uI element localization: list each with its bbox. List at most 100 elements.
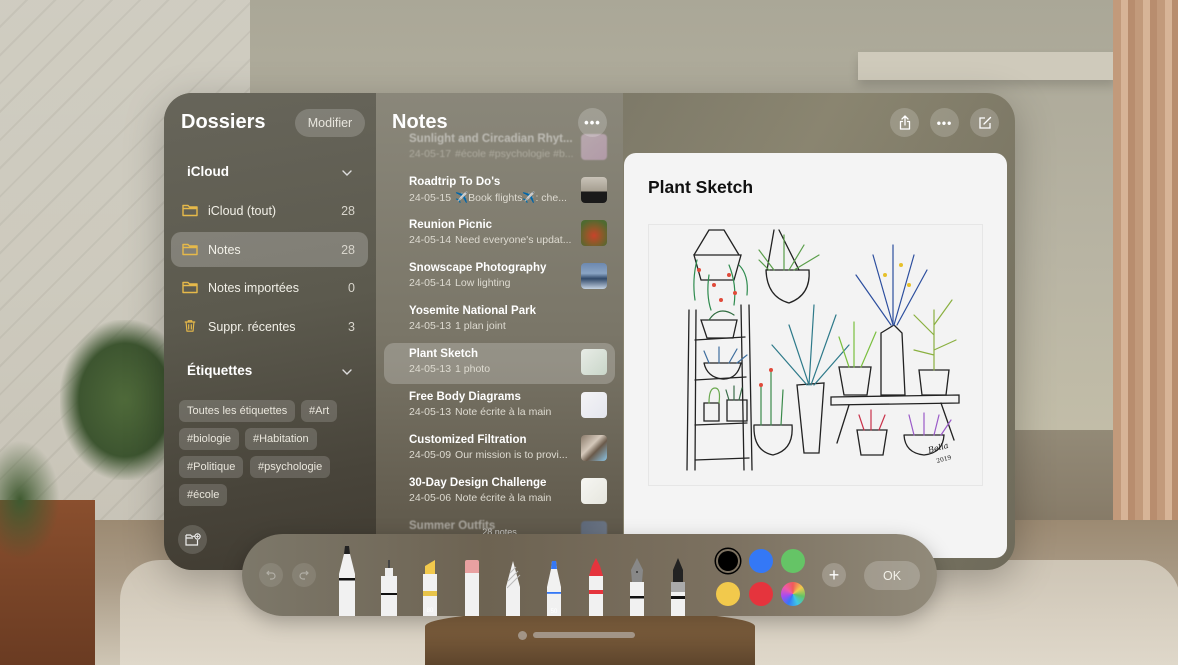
note-item-date: 24-05-15 — [409, 192, 452, 204]
folder-label: Notes importées — [208, 280, 300, 295]
note-item-title: Sunlight and Circadian Rhyt... — [409, 133, 573, 145]
note-item-preview: Note écrite à la main — [455, 406, 552, 418]
brush-tool[interactable] — [670, 558, 686, 616]
chevron-down-icon[interactable] — [342, 367, 352, 377]
color-picker-multicolor[interactable] — [781, 582, 805, 606]
ok-button[interactable]: OK — [864, 561, 920, 590]
color-swatch-green[interactable] — [781, 549, 805, 573]
folder-label: iCloud (tout) — [208, 203, 277, 218]
note-list-item[interactable]: Reunion Picnic 24-05-14 Need everyone's up… — [384, 214, 615, 255]
plant-sketch-image[interactable]: Bella 2019 — [648, 224, 983, 486]
tag-politique[interactable]: #Politique — [179, 456, 244, 478]
highlighter-width-label: 80 — [427, 608, 434, 614]
note-item-date: 24-05-17 — [409, 148, 452, 160]
note-item-subtitle: 24-05-17 #école #psychologie #b... — [409, 148, 574, 160]
color-swatch-black[interactable] — [716, 549, 740, 573]
sidebar-title: Dossiers — [181, 111, 266, 133]
note-page[interactable]: Plant Sketch Bella 2019 — [624, 153, 1007, 558]
share-button[interactable] — [890, 108, 919, 137]
note-item-title: Plant Sketch — [409, 348, 479, 360]
undo-button[interactable] — [259, 563, 283, 587]
note-item-title: 30-Day Design Challenge — [409, 477, 547, 489]
note-item-date: 24-05-14 — [409, 234, 452, 246]
svg-text:Bella: Bella — [926, 441, 949, 455]
window-close-dot[interactable] — [518, 631, 527, 640]
note-item-date: 24-05-09 — [409, 449, 452, 461]
note-thumbnail — [581, 392, 607, 418]
monoline-width-label: 50 — [551, 609, 558, 615]
note-item-title: Customized Filtration — [409, 434, 527, 446]
note-item-preview: Need everyone's updat... — [455, 234, 572, 246]
note-thumbnail — [581, 349, 607, 375]
note-list-item[interactable]: Sunlight and Circadian Rhyt... 24-05-17 #é… — [384, 128, 615, 169]
undo-icon — [266, 570, 276, 580]
folder-label: Suppr. récentes — [208, 319, 296, 334]
note-list-item[interactable]: Customized Filtration 24-05-09 Our mission… — [384, 429, 615, 470]
folder-row-notes[interactable]: Notes 28 — [171, 232, 368, 267]
note-thumbnail — [581, 220, 607, 246]
note-thumbnail — [581, 478, 607, 504]
compose-button[interactable] — [970, 108, 999, 137]
trash-icon — [184, 320, 196, 332]
pen-tool[interactable] — [338, 546, 356, 616]
notes-window: Dossiers Modifier iCloud iCloud (tout) 2… — [164, 93, 1015, 570]
note-item-date: 24-05-13 — [409, 363, 452, 375]
note-item-subtitle: 24-05-14 Low lighting — [409, 277, 574, 289]
tag-all[interactable]: Toutes les étiquettes — [179, 400, 296, 422]
folder-row-imported-notes[interactable]: Notes importées 0 — [171, 270, 368, 305]
color-swatch-blue[interactable] — [749, 549, 773, 573]
folder-icon — [182, 204, 198, 217]
folder-icon — [182, 243, 198, 256]
note-item-preview: Our mission is to provi... — [455, 449, 568, 461]
redo-button[interactable] — [292, 563, 316, 587]
monoline-tool[interactable]: 50 — [546, 561, 562, 616]
more-button[interactable]: ••• — [930, 108, 959, 137]
tag-psychologie[interactable]: #psychologie — [250, 456, 331, 478]
tag-art[interactable]: #Art — [301, 400, 338, 422]
note-list-item[interactable]: Roadtrip To Do's 24-05-15 ✈️Book flights✈️… — [384, 171, 615, 212]
note-thumbnail — [581, 435, 607, 461]
folder-row-icloud-all[interactable]: iCloud (tout) 28 — [171, 193, 368, 228]
note-list-item[interactable]: 30-Day Design Challenge 24-05-06 Note écri… — [384, 472, 615, 513]
folder-count: 3 — [348, 319, 355, 334]
note-item-subtitle: 24-05-15 ✈️Book flights✈️: che... — [409, 191, 574, 204]
crayon-tool[interactable] — [588, 558, 604, 616]
eraser-tool[interactable] — [464, 560, 480, 616]
note-item-title: Snowscape Photography — [409, 262, 547, 274]
background-curtain — [1113, 0, 1178, 560]
section-header-tags[interactable]: Étiquettes — [187, 363, 252, 378]
background-shelf — [858, 52, 1116, 80]
note-list-item[interactable]: Free Body Diagrams 24-05-13 Note écrite à … — [384, 386, 615, 427]
notes-list-panel: Notes ••• Sunlight and Circadian Rhyt...… — [376, 93, 623, 570]
note-item-title: Reunion Picnic — [409, 219, 493, 231]
folder-count: 28 — [341, 203, 355, 218]
svg-text:2019: 2019 — [936, 454, 953, 465]
add-color-button[interactable]: + — [822, 563, 846, 587]
edit-button[interactable]: Modifier — [295, 109, 365, 137]
section-header-icloud[interactable]: iCloud — [187, 164, 229, 179]
notes-more-button[interactable]: ••• — [578, 108, 607, 137]
note-list-item[interactable]: Plant Sketch 24-05-13 1 photo — [384, 343, 615, 384]
fountain-pen-tool[interactable] — [628, 558, 646, 616]
folder-row-recently-deleted[interactable]: Suppr. récentes 3 — [171, 309, 368, 344]
color-swatch-red[interactable] — [749, 582, 773, 606]
tag-biologie[interactable]: #biologie — [179, 428, 240, 450]
redo-icon — [299, 570, 309, 580]
highlighter-tool[interactable]: 80 — [422, 560, 438, 616]
folder-label: Notes — [208, 242, 241, 257]
window-grabber-bar[interactable] — [533, 632, 635, 638]
note-list-item[interactable]: Snowscape Photography 24-05-14 Low lightin… — [384, 257, 615, 298]
chevron-down-icon[interactable] — [342, 168, 352, 178]
pencil-tool[interactable] — [505, 561, 521, 616]
ellipsis-icon: ••• — [584, 115, 601, 130]
tag-ecole[interactable]: #école — [179, 484, 228, 506]
note-item-date: 24-05-13 — [409, 320, 452, 332]
fineliner-tool[interactable] — [380, 560, 398, 616]
note-title[interactable]: Plant Sketch — [648, 177, 753, 198]
note-item-preview: 1 plan joint — [455, 320, 506, 332]
folder-icon — [182, 281, 198, 294]
color-swatch-yellow[interactable] — [716, 582, 740, 606]
tag-habitation[interactable]: #Habitation — [245, 428, 317, 450]
note-list-item[interactable]: Yosemite National Park 24-05-13 1 plan joi… — [384, 300, 615, 341]
new-folder-button[interactable] — [178, 525, 207, 554]
